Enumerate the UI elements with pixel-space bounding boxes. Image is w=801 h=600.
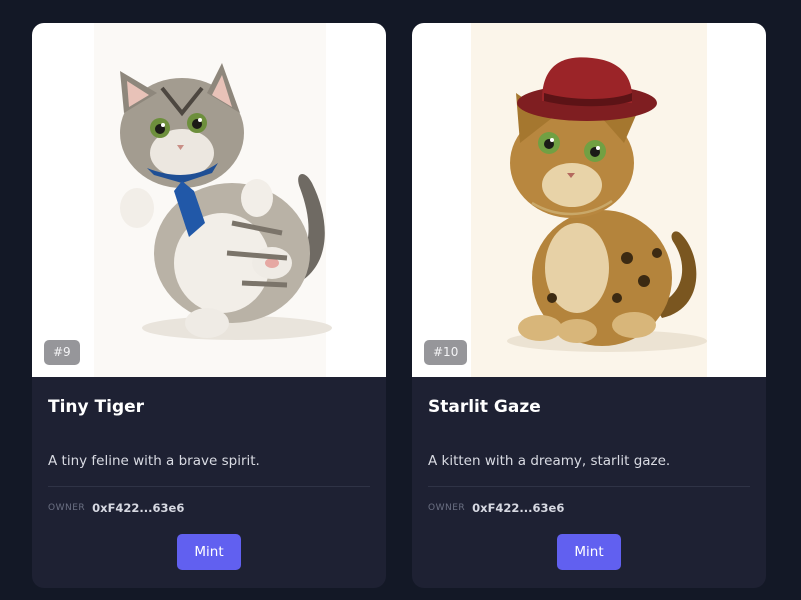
nft-image-kitten-with-red-hat: #10 — [412, 23, 766, 377]
nft-title: Tiny Tiger — [48, 397, 145, 417]
divider — [428, 486, 750, 487]
nft-title: Starlit Gaze — [428, 397, 541, 417]
token-id-badge: #10 — [424, 340, 468, 365]
mint-button[interactable]: Mint — [177, 534, 241, 570]
owner-address[interactable]: 0xF422...63e6 — [92, 501, 184, 515]
token-id-badge: #9 — [44, 340, 80, 365]
nft-description: A tiny feline with a brave spirit. — [48, 453, 260, 469]
owner-row: OWNER 0xF422...63e6 — [48, 500, 370, 516]
nft-image-tabby-kitten-with-tie: #9 — [32, 23, 386, 377]
nft-description: A kitten with a dreamy, starlit gaze. — [428, 453, 671, 469]
owner-row: OWNER 0xF422...63e6 — [428, 500, 750, 516]
owner-label: OWNER — [428, 503, 466, 513]
owner-label: OWNER — [48, 503, 86, 513]
mint-button[interactable]: Mint — [557, 534, 621, 570]
nft-card-starlit-gaze[interactable]: #10 Starlit Gaze A kitten with a dreamy,… — [412, 23, 766, 588]
divider — [48, 486, 370, 487]
tabby-kitten-illustration — [94, 23, 332, 377]
owner-address[interactable]: 0xF422...63e6 — [472, 501, 564, 515]
nft-grid: #9 Tiny Tiger A tiny feline with a brave… — [32, 23, 766, 588]
bengal-kitten-illustration — [471, 23, 707, 377]
nft-card-tiny-tiger[interactable]: #9 Tiny Tiger A tiny feline with a brave… — [32, 23, 386, 588]
